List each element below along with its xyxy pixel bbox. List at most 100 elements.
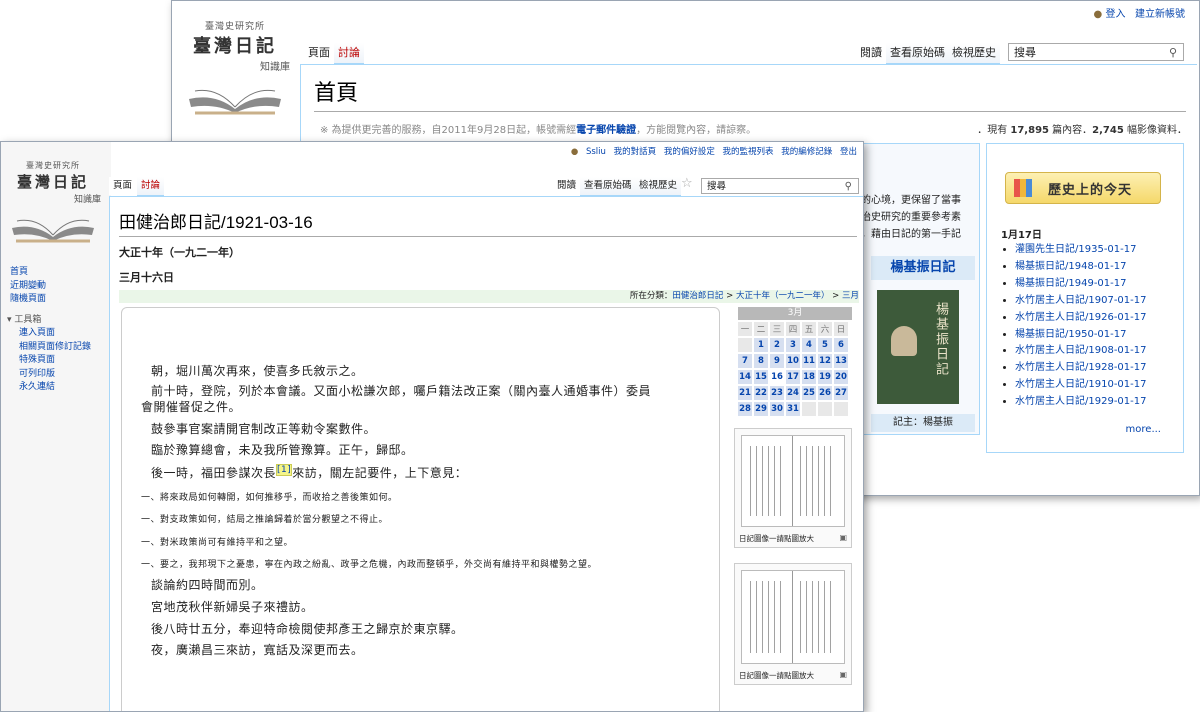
triangle-down-icon: ▾ bbox=[7, 315, 12, 325]
preferences-link[interactable]: 我的偏好設定 bbox=[664, 147, 715, 157]
list-item[interactable]: 水竹居主人日記/1929-01-17 bbox=[1015, 394, 1146, 411]
diary-paragraph: 臨於豫算總會，未及我所管豫算。正午，歸邸。 bbox=[151, 443, 414, 457]
calendar-day[interactable]: 19 bbox=[818, 370, 832, 384]
list-item[interactable]: 水竹居主人日記/1907-01-17 bbox=[1015, 293, 1146, 310]
calendar-day[interactable]: 30 bbox=[770, 402, 784, 416]
footnote-link[interactable]: [1] bbox=[276, 464, 293, 476]
diary-image-thumbnail[interactable]: 日記圖像一請點圖放大 ▣ bbox=[734, 563, 852, 685]
create-account-link[interactable]: 建立新帳號 bbox=[1135, 9, 1185, 20]
list-item[interactable]: 水竹居主人日記/1926-01-17 bbox=[1015, 310, 1146, 327]
diary-paragraph: 一、對米政策尚可有維持平和之望。 bbox=[141, 538, 294, 548]
tab-read[interactable]: 閱讀 bbox=[856, 43, 886, 63]
calendar-day[interactable]: 27 bbox=[834, 386, 848, 400]
calendar-day[interactable]: 7 bbox=[738, 354, 752, 368]
email-verify-link[interactable]: 電子郵件驗證 bbox=[576, 125, 636, 136]
more-link[interactable]: more... bbox=[1126, 424, 1161, 435]
calendar-day[interactable]: 15 bbox=[754, 370, 768, 384]
calendar-day[interactable]: 14 bbox=[738, 370, 752, 384]
tab-view-source[interactable]: 查看原始碼 bbox=[886, 43, 949, 64]
my-talk-link[interactable]: 我的對話頁 bbox=[614, 147, 657, 157]
calendar-day[interactable]: 4 bbox=[802, 338, 816, 352]
calendar-weekday: 四 bbox=[786, 322, 800, 336]
calendar-day[interactable]: 24 bbox=[786, 386, 800, 400]
list-item[interactable]: 楊基振日記/1949-01-17 bbox=[1015, 276, 1146, 293]
search-icon[interactable]: ⚲ bbox=[845, 179, 852, 195]
calendar-day[interactable]: 2 bbox=[770, 338, 784, 352]
watchlist-link[interactable]: 我的監視列表 bbox=[723, 147, 774, 157]
sidebar-item-random[interactable]: 隨機頁面 bbox=[10, 293, 46, 307]
list-item[interactable]: 楊基振日記/1950-01-17 bbox=[1015, 327, 1146, 344]
intro-text: 的心境，更保留了當事 治史研究的重要參考素 ，藉由日記的第一手記 bbox=[861, 195, 961, 240]
calendar-day[interactable]: 28 bbox=[738, 402, 752, 416]
today-banner-label: 歷史上的今天 bbox=[1048, 183, 1133, 198]
site-logo[interactable]: 臺灣史研究所 臺灣日記 知識庫 bbox=[180, 19, 290, 119]
calendar-day[interactable]: 16 bbox=[770, 370, 784, 384]
search-input[interactable]: 搜尋 ⚲ bbox=[701, 178, 859, 194]
search-icon[interactable]: ⚲ bbox=[1169, 44, 1177, 62]
tab-view-source[interactable]: 查看原始碼 bbox=[580, 177, 636, 196]
toolbox-item[interactable]: 可列印版 bbox=[19, 368, 91, 382]
diary-image-thumbnail[interactable]: 日記圖像一請點圖放大 ▣ bbox=[734, 428, 852, 548]
calendar-day[interactable]: 23 bbox=[770, 386, 784, 400]
tab-page[interactable]: 頁面 bbox=[109, 177, 137, 195]
list-item[interactable]: 水竹居主人日記/1928-01-17 bbox=[1015, 360, 1146, 377]
logout-link[interactable]: 登出 bbox=[840, 147, 857, 157]
toolbox-item[interactable]: 連入頁面 bbox=[19, 327, 91, 341]
calendar-day[interactable]: 9 bbox=[770, 354, 784, 368]
calendar-day[interactable]: 22 bbox=[754, 386, 768, 400]
tab-talk[interactable]: 討論 bbox=[137, 177, 165, 196]
tab-history[interactable]: 檢視歷史 bbox=[635, 177, 682, 196]
calendar-day[interactable]: 10 bbox=[786, 354, 800, 368]
calendar-day[interactable]: 17 bbox=[786, 370, 800, 384]
calendar-day[interactable]: 1 bbox=[754, 338, 768, 352]
list-item[interactable]: 水竹居主人日記/1908-01-17 bbox=[1015, 343, 1146, 360]
toolbox-heading[interactable]: ▾ 工具箱 bbox=[7, 314, 41, 328]
enlarge-icon[interactable]: ▣ bbox=[839, 670, 847, 679]
tab-read[interactable]: 閱讀 bbox=[553, 177, 581, 195]
category-link[interactable]: 大正十年（一九二一年） bbox=[736, 291, 830, 301]
search-input[interactable]: 搜尋 ⚲ bbox=[1008, 43, 1184, 61]
calendar-day[interactable]: 26 bbox=[818, 386, 832, 400]
site-logo[interactable]: 臺灣史研究所 臺灣日記 知識庫 bbox=[5, 160, 101, 247]
era-heading: 大正十年（一九二一年） bbox=[119, 246, 240, 259]
login-link[interactable]: 登入 bbox=[1105, 9, 1125, 20]
date-heading: 三月十六日 bbox=[119, 271, 174, 284]
calendar-day[interactable]: 31 bbox=[786, 402, 800, 416]
sidebar-item-recent[interactable]: 近期變動 bbox=[10, 280, 46, 294]
tab-history[interactable]: 檢視歷史 bbox=[948, 43, 1000, 64]
toolbox-item[interactable]: 特殊頁面 bbox=[19, 354, 91, 368]
tab-page[interactable]: 頁面 bbox=[304, 43, 334, 63]
logo-institute: 臺灣史研究所 bbox=[204, 22, 265, 32]
calendar-day[interactable]: 20 bbox=[834, 370, 848, 384]
contributions-link[interactable]: 我的編修記錄 bbox=[781, 147, 832, 157]
list-item[interactable]: 灌園先生日記/1935-01-17 bbox=[1015, 242, 1146, 259]
book-cover-image[interactable]: 楊基振日記 bbox=[877, 290, 959, 404]
calendar-day[interactable]: 21 bbox=[738, 386, 752, 400]
category-link[interactable]: 三月 bbox=[842, 291, 859, 301]
enlarge-icon[interactable]: ▣ bbox=[839, 533, 847, 542]
category-link[interactable]: 田健治郎日記 bbox=[672, 291, 723, 301]
calendar-day[interactable]: 5 bbox=[818, 338, 832, 352]
calendar-day[interactable]: 8 bbox=[754, 354, 768, 368]
toolbox-item[interactable]: 相關頁面修訂記錄 bbox=[19, 341, 91, 355]
calendar-day[interactable]: 3 bbox=[786, 338, 800, 352]
diary-paragraph: 夜，廣瀨昌三來訪，寬話及深更而去。 bbox=[151, 643, 364, 657]
open-book-icon bbox=[12, 219, 94, 243]
username-link[interactable]: Ssliu bbox=[586, 147, 606, 157]
watch-star-icon[interactable]: ☆ bbox=[681, 176, 693, 191]
calendar-day[interactable]: 29 bbox=[754, 402, 768, 416]
calendar-day[interactable]: 25 bbox=[802, 386, 816, 400]
calendar-day[interactable]: 11 bbox=[802, 354, 816, 368]
list-item[interactable]: 水竹居主人日記/1910-01-17 bbox=[1015, 377, 1146, 394]
logo-subtitle: 知識庫 bbox=[73, 195, 101, 205]
calendar-day[interactable]: 6 bbox=[834, 338, 848, 352]
featured-diary-title[interactable]: 楊基振日記 bbox=[871, 256, 975, 280]
personal-tools: ● 登入 建立新帳號 bbox=[1094, 5, 1185, 20]
toolbox-item[interactable]: 永久連結 bbox=[19, 381, 91, 395]
sidebar-item-main[interactable]: 首頁 bbox=[10, 266, 46, 280]
tab-talk[interactable]: 討論 bbox=[334, 43, 364, 64]
calendar-day[interactable]: 12 bbox=[818, 354, 832, 368]
calendar-day[interactable]: 13 bbox=[834, 354, 848, 368]
calendar-day[interactable]: 18 bbox=[802, 370, 816, 384]
list-item[interactable]: 楊基振日記/1948-01-17 bbox=[1015, 259, 1146, 276]
